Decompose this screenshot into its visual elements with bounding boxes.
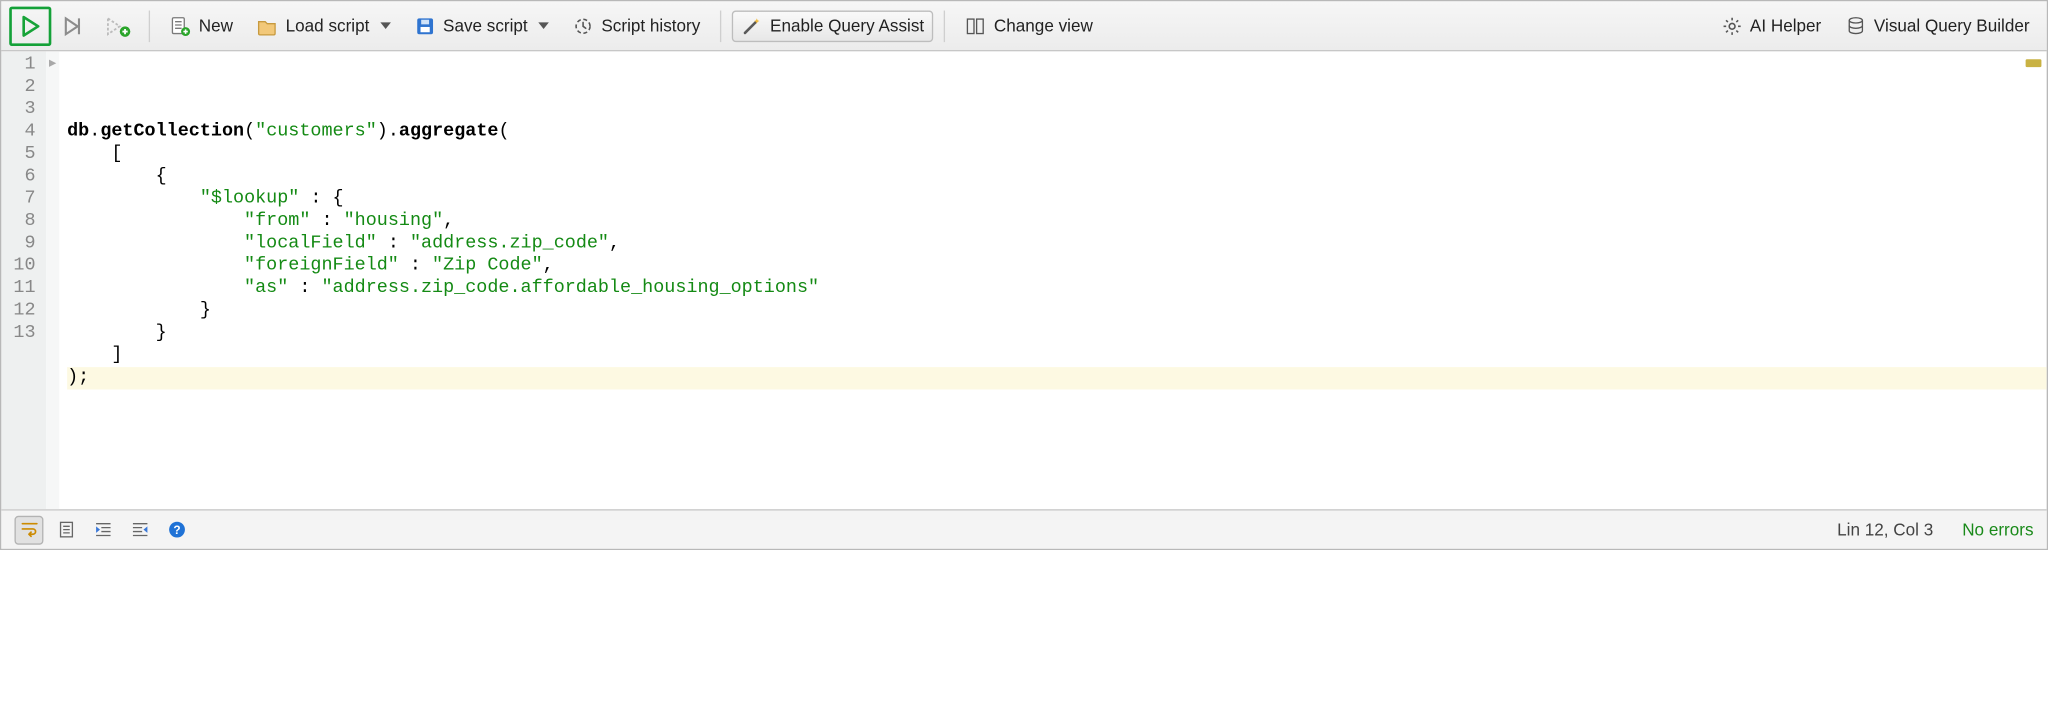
enable-query-assist-button[interactable]: Enable Query Assist xyxy=(732,10,933,42)
line-number: 9 xyxy=(9,233,35,255)
columns-icon xyxy=(965,15,986,36)
line-number: 2 xyxy=(9,76,35,98)
document-view-button[interactable] xyxy=(51,515,80,544)
code-line[interactable]: ] xyxy=(67,345,2047,367)
folder-icon xyxy=(257,15,278,36)
editor-toolbar: New Load script Save script Script histo… xyxy=(1,1,2046,51)
code-editor[interactable]: 12345678910111213 ▸ db.getCollection("cu… xyxy=(1,51,2046,509)
code-area[interactable]: db.getCollection("customers").aggregate(… xyxy=(59,51,2046,509)
line-number: 10 xyxy=(9,255,35,277)
line-number: 8 xyxy=(9,211,35,233)
run-button[interactable] xyxy=(13,10,47,42)
new-file-icon xyxy=(170,15,191,36)
save-icon xyxy=(414,15,435,36)
fold-column: ▸ xyxy=(46,51,59,509)
indent-right-button[interactable] xyxy=(88,515,117,544)
code-line[interactable]: "$lookup" : { xyxy=(67,188,2047,210)
line-number-gutter: 12345678910111213 xyxy=(1,51,46,509)
gear-icon xyxy=(1721,15,1742,36)
code-line[interactable]: "as" : "address.zip_code.affordable_hous… xyxy=(67,278,2047,300)
run-new-tab-button[interactable] xyxy=(99,10,138,42)
save-script-label: Save script xyxy=(443,16,528,36)
wrap-icon xyxy=(19,520,39,540)
load-script-button[interactable]: Load script xyxy=(247,10,399,42)
help-button[interactable]: ? xyxy=(162,515,191,544)
run-selection-button[interactable] xyxy=(57,10,94,42)
enable-query-assist-label: Enable Query Assist xyxy=(770,16,924,36)
visual-query-builder-button[interactable]: Visual Query Builder xyxy=(1836,10,2039,42)
ai-helper-button[interactable]: AI Helper xyxy=(1712,10,1831,42)
fold-marker xyxy=(46,322,59,344)
line-number: 11 xyxy=(9,278,35,300)
line-number: 13 xyxy=(9,322,35,344)
toolbar-separator xyxy=(149,10,150,42)
code-line[interactable]: [ xyxy=(67,143,2047,165)
change-view-button[interactable]: Change view xyxy=(956,10,1102,42)
document-icon xyxy=(56,520,76,540)
line-number: 6 xyxy=(9,166,35,188)
load-script-label: Load script xyxy=(286,16,370,36)
code-line[interactable]: ); xyxy=(67,367,2047,389)
run-new-icon xyxy=(104,14,133,38)
database-icon xyxy=(1845,15,1866,36)
indent-left-icon xyxy=(130,520,150,540)
new-script-label: New xyxy=(199,16,233,36)
toolbar-separator xyxy=(720,10,721,42)
history-icon xyxy=(572,15,593,36)
code-line[interactable]: "foreignField" : "Zip Code", xyxy=(67,255,2047,277)
script-history-label: Script history xyxy=(601,16,700,36)
script-history-button[interactable]: Script history xyxy=(563,10,709,42)
indent-left-button[interactable] xyxy=(125,515,154,544)
change-view-label: Change view xyxy=(994,16,1093,36)
indent-right-icon xyxy=(93,520,113,540)
visual-query-builder-label: Visual Query Builder xyxy=(1874,16,2030,36)
line-number: 4 xyxy=(9,121,35,143)
minimap-marker xyxy=(2026,59,2042,67)
run-selection-icon xyxy=(62,14,88,38)
line-number: 3 xyxy=(9,99,35,121)
line-number: 1 xyxy=(9,54,35,76)
fold-marker xyxy=(46,233,59,255)
fold-marker xyxy=(46,300,59,322)
code-line[interactable]: "localField" : "address.zip_code", xyxy=(67,233,2047,255)
dropdown-caret-icon xyxy=(380,22,391,29)
fold-marker xyxy=(46,143,59,165)
fold-marker xyxy=(46,76,59,98)
fold-marker xyxy=(46,121,59,143)
ai-helper-label: AI Helper xyxy=(1750,16,1821,36)
code-line[interactable]: } xyxy=(67,322,2047,344)
cursor-position: Lin 12, Col 3 xyxy=(1837,520,1933,540)
save-script-button[interactable]: Save script xyxy=(405,10,558,42)
code-line[interactable]: "from" : "housing", xyxy=(67,211,2047,233)
help-icon: ? xyxy=(166,520,186,540)
wrap-toggle-button[interactable] xyxy=(14,515,43,544)
fold-marker xyxy=(46,211,59,233)
fold-marker xyxy=(46,255,59,277)
error-status: No errors xyxy=(1962,520,2033,540)
fold-marker xyxy=(46,278,59,300)
line-number: 5 xyxy=(9,143,35,165)
toolbar-separator xyxy=(944,10,945,42)
run-icon xyxy=(18,14,42,38)
line-number: 12 xyxy=(9,300,35,322)
new-script-button[interactable]: New xyxy=(161,10,243,42)
query-editor-panel: New Load script Save script Script histo… xyxy=(0,0,2048,550)
fold-marker xyxy=(46,166,59,188)
svg-text:?: ? xyxy=(173,523,180,537)
code-line[interactable]: db.getCollection("customers").aggregate( xyxy=(67,121,2047,143)
code-line[interactable] xyxy=(67,389,2047,411)
fold-marker xyxy=(46,99,59,121)
status-bar: ? Lin 12, Col 3 No errors xyxy=(1,509,2046,548)
fold-marker xyxy=(46,188,59,210)
code-line[interactable]: { xyxy=(67,166,2047,188)
code-line[interactable]: } xyxy=(67,300,2047,322)
fold-marker[interactable]: ▸ xyxy=(46,54,59,76)
magic-wand-icon xyxy=(741,15,762,36)
run-button-highlight xyxy=(9,6,51,45)
dropdown-caret-icon xyxy=(538,22,549,29)
line-number: 7 xyxy=(9,188,35,210)
